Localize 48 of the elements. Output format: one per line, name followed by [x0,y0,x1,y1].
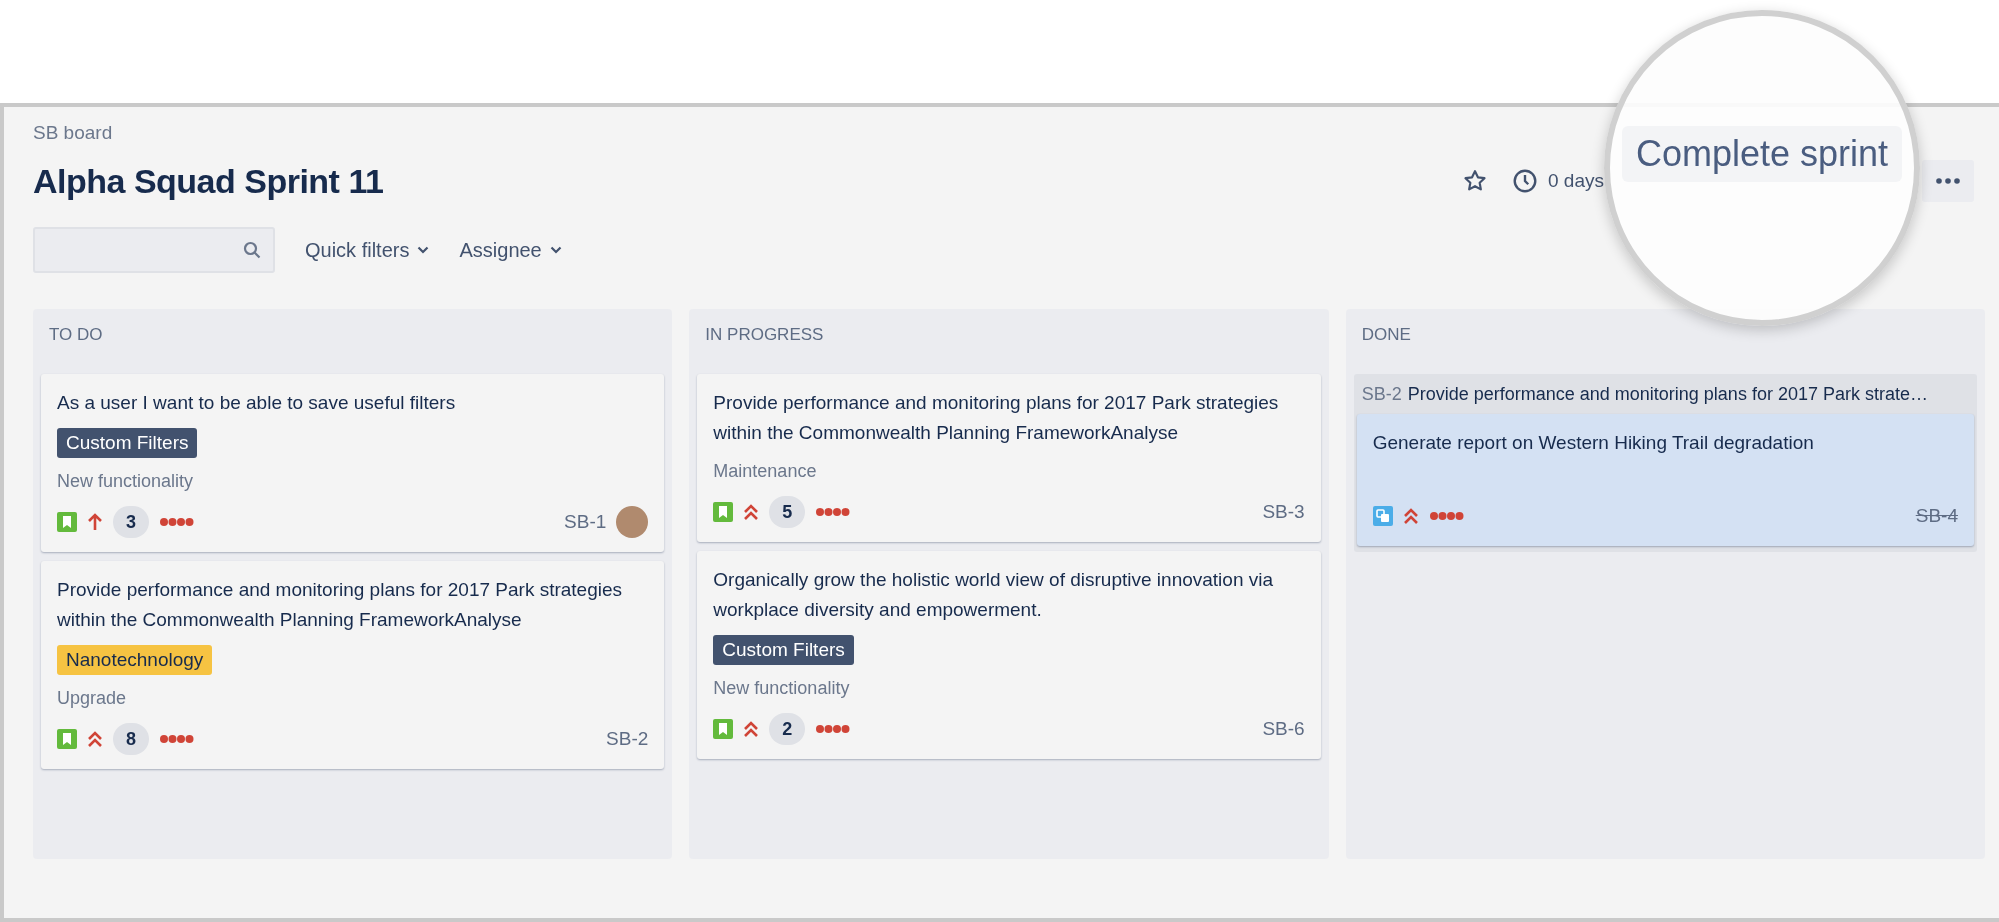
issue-card[interactable]: Organically grow the holistic world view of disruptive innovation via workplace diversity and empowerment. Custom Filters New functionality 2 SB-6 [697,551,1321,759]
clock-icon [1512,168,1538,194]
sprint-title: Alpha Squad Sprint 11 [33,160,384,202]
filter-dropdown[interactable]: Quick filters [305,235,430,265]
parent-summary: Provide performance and monitoring plans for 2017 Park strate… [1407,383,1928,406]
card-label: Custom Filters [57,428,198,458]
column-title: DONE [1360,325,1412,345]
search-icon [243,241,261,259]
more-icon [1936,178,1960,184]
estimate-badge: 8 [113,723,149,755]
card-summary: Organically grow the holistic world view of disruptive innovation via workplace diversity and empowerment. [713,568,1275,622]
chevron-down-icon [549,246,562,254]
issue-card[interactable]: Generate report on Western Hiking Trail degradation SB-4 [1356,414,1974,546]
dots-icon [815,507,852,517]
more-button[interactable] [1922,160,1974,202]
issue-key[interactable]: SB-2 [606,724,649,754]
card-summary: Generate report on Western Hiking Trail degradation [1372,431,1815,455]
card-label: Custom Filters [713,635,854,665]
card-label: Nanotechnology [57,645,213,675]
dots-icon [815,724,852,734]
card-category: Maintenance [713,460,818,483]
issue-card[interactable]: As a user I want to be able to save useful filters Custom Filters New functionality 3 SB-1 [41,374,665,552]
issue-key[interactable]: SB-6 [1262,714,1305,744]
days-remaining: 0 days [1548,168,1604,193]
estimate-badge: 5 [769,496,806,528]
column-title: IN PROGRESS [704,325,825,345]
estimate-badge: 2 [769,713,806,745]
parent-key[interactable]: SB-2 [1361,382,1402,406]
card-category: Upgrade [57,687,128,710]
search-field[interactable] [33,227,275,273]
breadcrumb[interactable]: SB board [33,121,113,145]
card-summary: As a user I want to be able to save useful filters [57,391,457,415]
dots-icon [159,734,195,744]
estimate-badge: 3 [113,506,149,538]
card-summary: Provide performance and monitoring plans for 2017 Park strategies within the Commonwealth Planning FrameworkAnalyse [713,391,1280,445]
filter-dropdown[interactable]: Assignee [459,235,562,265]
issue-key[interactable]: SB-1 [564,507,607,537]
dots-icon [159,517,195,527]
dots-icon [1428,511,1465,521]
card-category: New functionality [57,470,195,493]
issue-card[interactable]: Provide performance and monitoring plans for 2017 Park strategies within the Commonwealth Planning FrameworkAnalyse Maintenance 5 SB-3 [697,374,1321,542]
issue-card[interactable]: Provide performance and monitoring plans for 2017 Park strategies within the Commonwealth Planning FrameworkAnalyse Nanotechnology Upgrade 8 SB-2 [41,561,665,769]
chevron-down-icon [417,246,430,254]
column-title: TO DO [48,325,104,345]
card-category: New functionality [713,677,851,700]
issue-key[interactable]: SB-4 [1915,501,1958,531]
issue-key[interactable]: SB-3 [1262,497,1305,527]
card-summary: Provide performance and monitoring plans for 2017 Park strategies within the Commonwealth Planning FrameworkAnalyse [57,578,624,632]
